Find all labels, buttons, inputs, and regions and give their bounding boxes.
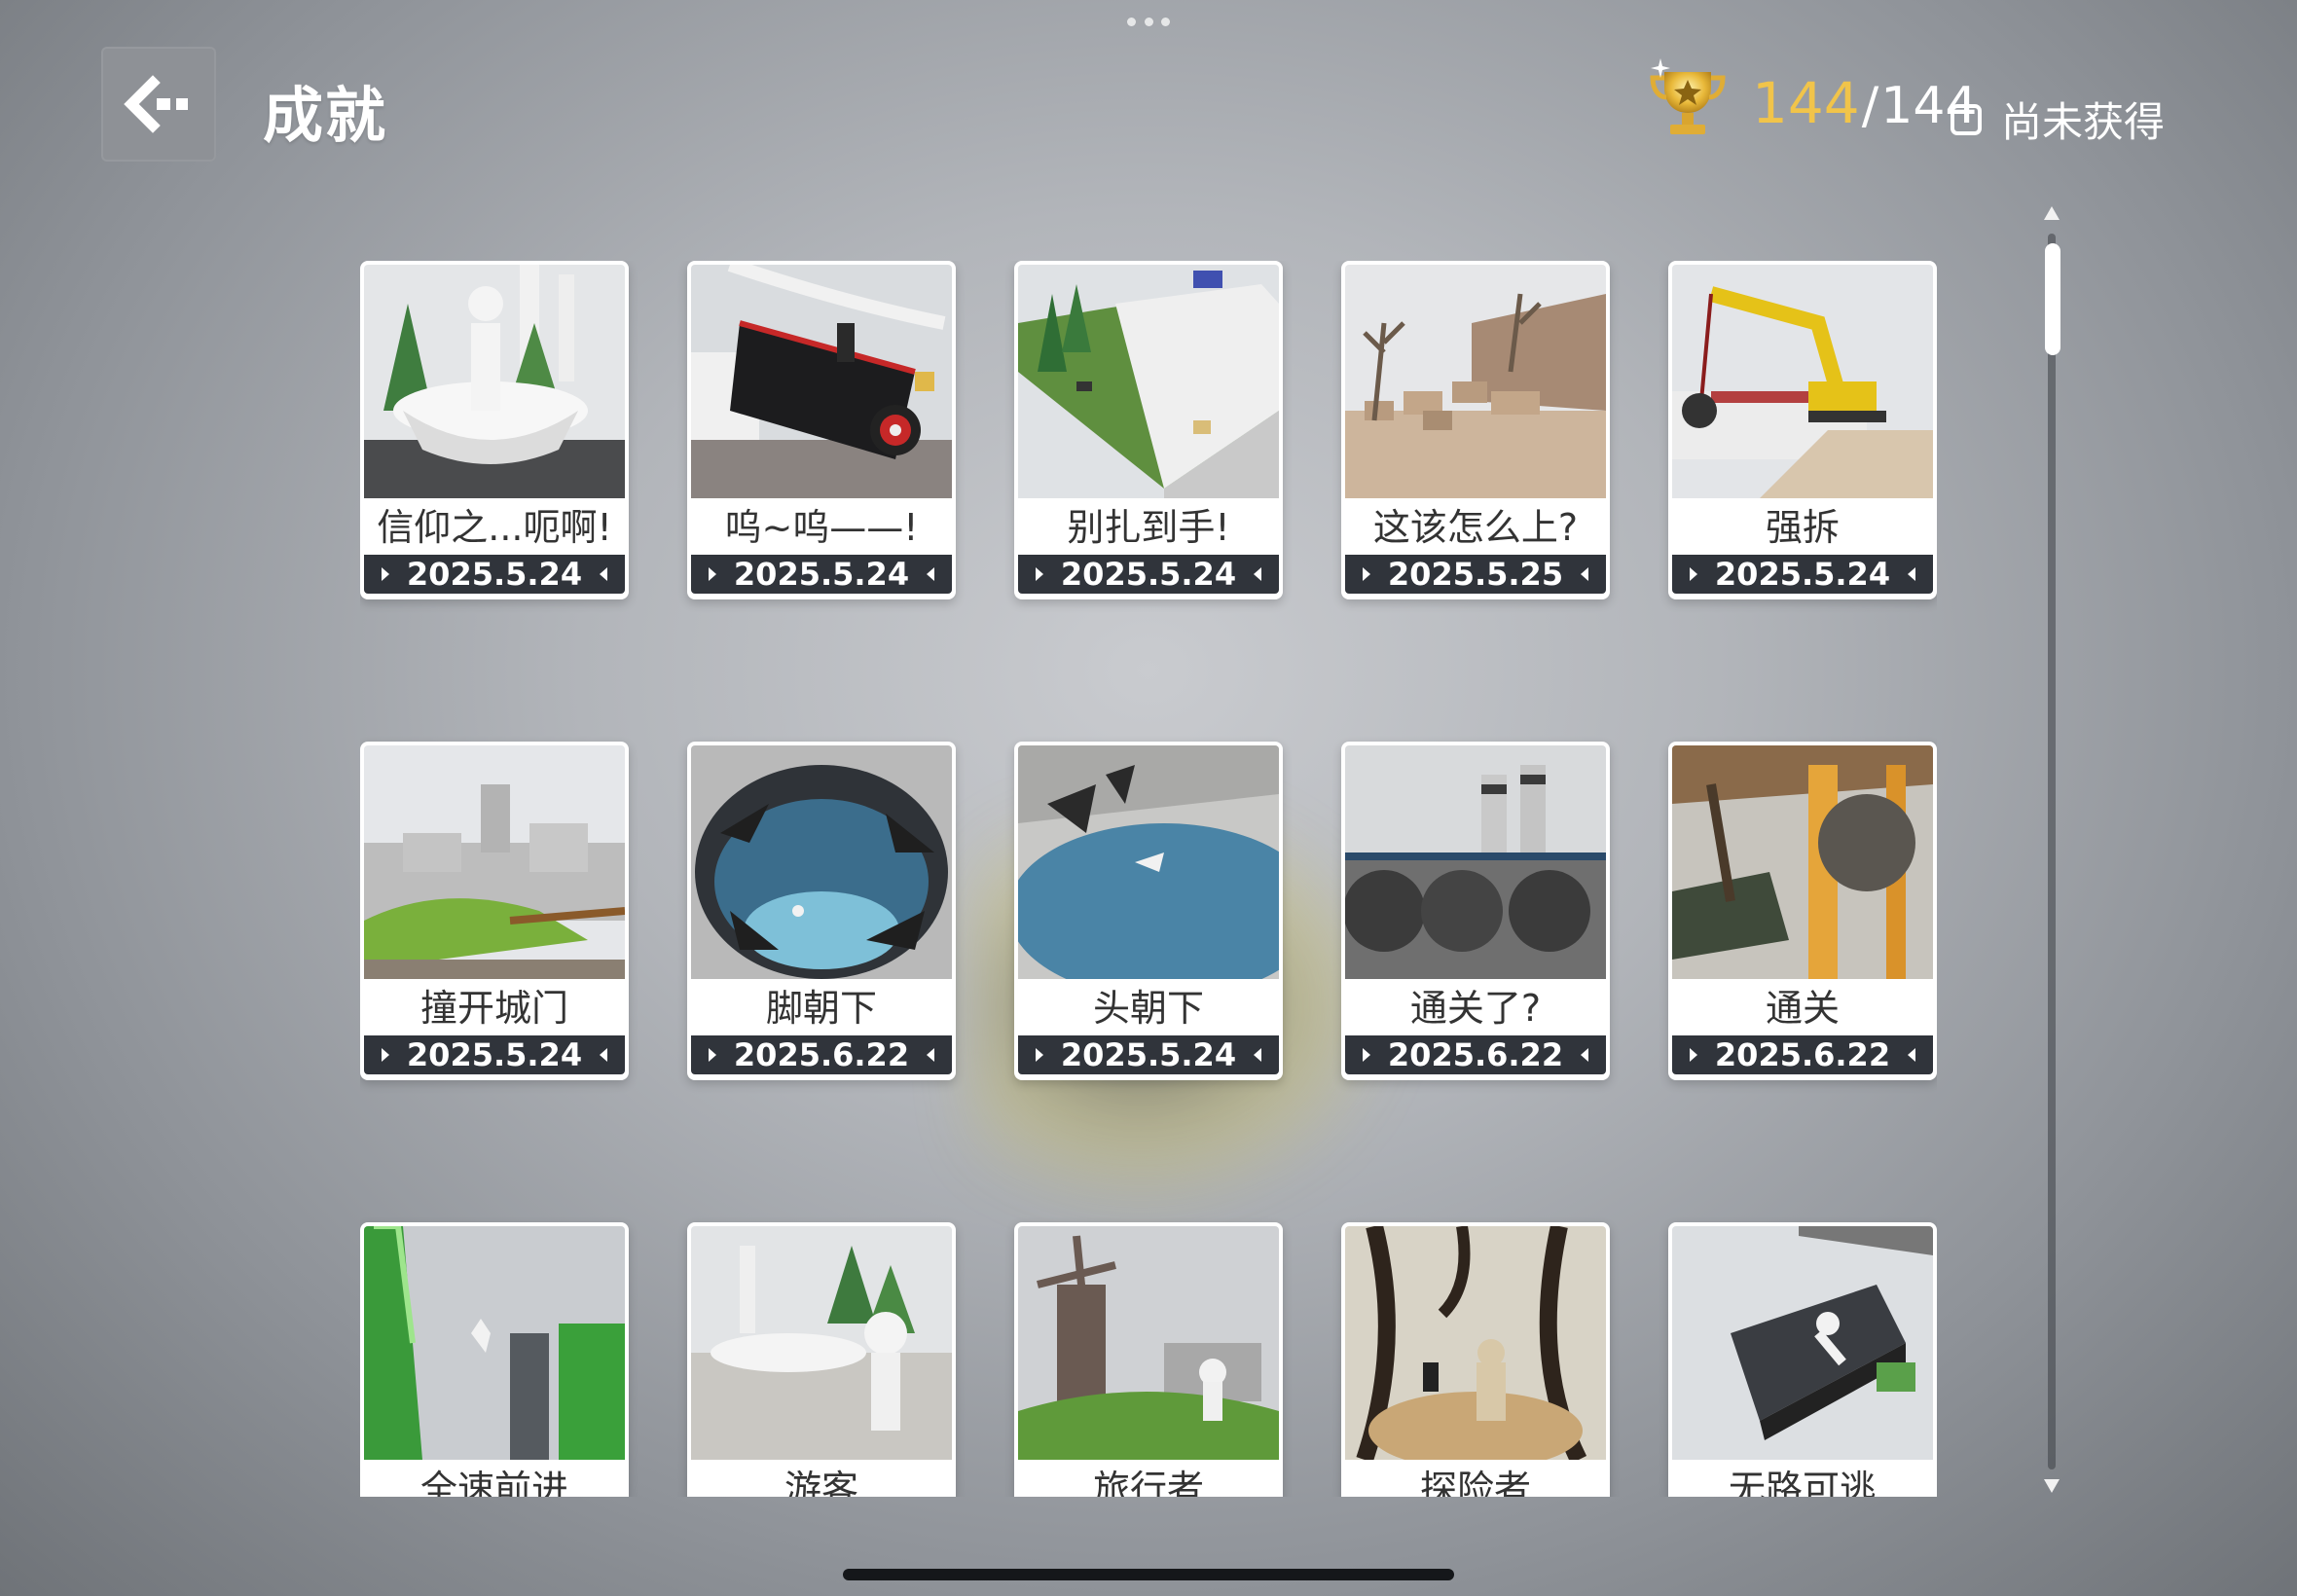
achievement-name: 强拆	[1765, 506, 1840, 549]
unearned-legend: 尚未获得	[1951, 90, 2165, 149]
achievement-thumbnail	[364, 745, 625, 979]
achievement-card[interactable]: 通关 2025.6.22	[1668, 742, 1937, 1080]
achievement-card[interactable]: 别扎到手! 2025.5.24	[1014, 261, 1283, 599]
achievement-date-bar: 2025.5.24	[364, 555, 625, 594]
achievement-grid[interactable]: 信仰之...呃啊! 2025.5.24 呜~呜——! 2025.5.24 别扎到…	[360, 261, 1937, 1497]
achievement-thumbnail	[1018, 745, 1279, 979]
achievement-name: 无路可逃	[1728, 1468, 1877, 1497]
achievement-thumbnail	[1672, 1226, 1933, 1460]
achievement-thumbnail	[1345, 265, 1606, 498]
scroll-up-arrow-icon[interactable]	[2044, 206, 2060, 220]
achievement-date-bar: 2025.5.25	[1345, 555, 1606, 594]
achievement-date-bar: 2025.6.22	[1672, 1035, 1933, 1074]
scroll-down-arrow-icon[interactable]	[2044, 1479, 2060, 1493]
achievement-name: 呜~呜——!	[724, 506, 919, 549]
achievement-name: 脚朝下	[765, 987, 877, 1030]
back-button[interactable]	[101, 47, 216, 162]
achievement-date: 2025.5.24	[406, 1036, 583, 1073]
achievement-card[interactable]: 这该怎么上? 2025.5.25	[1341, 261, 1610, 599]
achievement-date: 2025.6.22	[733, 1036, 910, 1073]
achievement-date: 2025.5.24	[406, 556, 583, 593]
achievement-date: 2025.5.24	[1060, 556, 1237, 593]
achievement-card[interactable]: 探险者	[1341, 1222, 1610, 1497]
scrollbar-track[interactable]	[2048, 234, 2056, 1469]
achievement-card[interactable]: 头朝下 2025.5.24	[1014, 742, 1283, 1080]
achievement-date: 2025.6.22	[1387, 1036, 1564, 1073]
achievement-date-bar: 2025.5.24	[1018, 1035, 1279, 1074]
achievement-name: 全速前进	[419, 1468, 568, 1497]
achievement-date: 2025.5.24	[733, 556, 910, 593]
unearned-box-icon	[1951, 103, 1982, 135]
achievement-thumbnail	[1345, 1226, 1606, 1460]
achievement-card[interactable]: 强拆 2025.5.24	[1668, 261, 1937, 599]
achievement-date: 2025.5.24	[1714, 556, 1891, 593]
achievement-date: 2025.5.25	[1387, 556, 1564, 593]
achievement-date-bar: 2025.6.22	[691, 1035, 952, 1074]
achievement-thumbnail	[691, 1226, 952, 1460]
achievement-name: 这该怎么上?	[1372, 506, 1579, 549]
achievement-name: 探险者	[1419, 1468, 1531, 1497]
achievement-name: 通关了?	[1409, 987, 1542, 1030]
achievement-thumbnail	[1672, 745, 1933, 979]
achievement-name: 信仰之...呃啊!	[377, 506, 612, 549]
achievement-date: 2025.5.24	[1060, 1036, 1237, 1073]
achievement-date-bar: 2025.5.24	[691, 555, 952, 594]
achievement-card[interactable]: 脚朝下 2025.6.22	[687, 742, 956, 1080]
page-title: 成就	[263, 80, 388, 151]
achievement-thumbnail	[364, 1226, 625, 1460]
achievement-name: 撞开城门	[419, 987, 568, 1030]
achievement-date-bar: 2025.5.24	[1672, 555, 1933, 594]
achievement-name: 通关	[1765, 987, 1840, 1030]
unlocked-count: 144	[1752, 70, 1860, 136]
achievement-thumbnail	[364, 265, 625, 498]
achievement-date-bar: 2025.5.24	[364, 1035, 625, 1074]
progress-separator: /	[1861, 77, 1879, 135]
home-indicator[interactable]	[843, 1569, 1454, 1580]
achievement-thumbnail	[691, 265, 952, 498]
achievement-date-bar: 2025.6.22	[1345, 1035, 1606, 1074]
achievement-progress: 144 / 144	[1752, 70, 1978, 138]
achievement-card[interactable]: 旅行者	[1014, 1222, 1283, 1497]
achievement-thumbnail	[691, 745, 952, 979]
more-options-icon[interactable]	[1127, 18, 1170, 29]
achievement-card[interactable]: 无路可逃	[1668, 1222, 1937, 1497]
achievement-date: 2025.6.22	[1714, 1036, 1891, 1073]
achievement-thumbnail	[1672, 265, 1933, 498]
scrollbar-thumb[interactable]	[2045, 243, 2060, 355]
achievement-thumbnail	[1018, 265, 1279, 498]
back-arrow-icon	[124, 75, 188, 133]
achievement-name: 别扎到手!	[1067, 506, 1230, 549]
achievement-card[interactable]: 撞开城门 2025.5.24	[360, 742, 629, 1080]
unearned-label: 尚未获得	[2001, 98, 2166, 146]
achievement-card[interactable]: 信仰之...呃啊! 2025.5.24	[360, 261, 629, 599]
achievement-name: 头朝下	[1092, 987, 1204, 1030]
achievement-card[interactable]: 通关了? 2025.6.22	[1341, 742, 1610, 1080]
achievement-date-bar: 2025.5.24	[1018, 555, 1279, 594]
achievement-card[interactable]: 呜~呜——! 2025.5.24	[687, 261, 956, 599]
achievement-card[interactable]: 全速前进	[360, 1222, 629, 1497]
achievement-name: 游客	[784, 1468, 858, 1497]
trophy-icon	[1650, 58, 1726, 134]
achievement-thumbnail	[1345, 745, 1606, 979]
achievement-thumbnail	[1018, 1226, 1279, 1460]
achievement-card[interactable]: 游客	[687, 1222, 956, 1497]
achievement-name: 旅行者	[1092, 1468, 1204, 1497]
